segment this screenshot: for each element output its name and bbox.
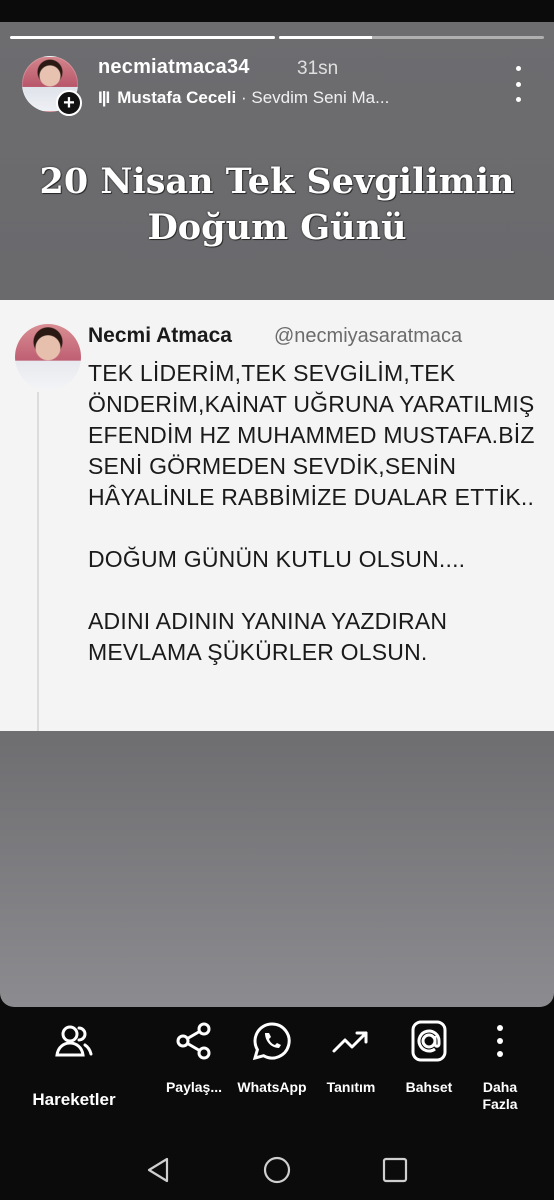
share-icon	[174, 1019, 214, 1063]
profile-avatar[interactable]: +	[22, 56, 82, 116]
trending-icon	[331, 1019, 371, 1063]
progress-fill	[279, 36, 372, 39]
story-headline: 20 Nisan Tek Sevgilimin Doğum Günü	[39, 161, 515, 248]
progress-segment	[279, 36, 544, 39]
tweet-avatar	[15, 324, 81, 390]
tweet-author-handle: @necmiyasaratmaca	[274, 325, 463, 347]
whatsapp-button[interactable]: WhatsApp	[232, 1019, 312, 1096]
tweet-paragraph: ADINI ADININ YANINA YAZDIRAN MEVLAMA ŞÜK…	[88, 608, 448, 665]
story-time: 31sn	[297, 58, 339, 79]
mention-icon	[411, 1019, 447, 1063]
progress-fill	[10, 36, 275, 39]
mention-button[interactable]: Bahset	[397, 1019, 461, 1096]
music-bars-icon: I|I	[98, 88, 110, 107]
music-artist: Mustafa Ceceli	[117, 88, 237, 107]
share-button[interactable]: Paylaş...	[160, 1019, 228, 1096]
home-icon[interactable]	[262, 1155, 292, 1185]
system-nav-bar	[0, 1137, 554, 1200]
story-progress	[10, 36, 544, 40]
hareketler-button[interactable]: Hareketler	[24, 1019, 124, 1108]
action-label: Daha Fazla	[482, 1079, 518, 1112]
plus-icon[interactable]: +	[56, 90, 82, 116]
tweet-author-name: Necmi Atmaca	[88, 324, 232, 347]
story-action-bar: Hareketler Paylaş... WhatsApp Tanıtım Ba…	[0, 1007, 554, 1137]
action-label: Tanıtım	[326, 1079, 376, 1095]
recents-icon[interactable]	[380, 1155, 410, 1185]
thread-line	[37, 392, 39, 731]
back-icon[interactable]	[143, 1155, 173, 1185]
promote-button[interactable]: Tanıtım	[318, 1019, 384, 1096]
action-label: Bahset	[405, 1079, 453, 1095]
tweet-body: TEK LİDERİM,TEK SEVGİLİM,TEK ÖNDERİM,KAİ…	[88, 358, 538, 699]
tweet-paragraph: TEK LİDERİM,TEK SEVGİLİM,TEK ÖNDERİM,KAİ…	[88, 360, 535, 510]
more-button[interactable]: Daha Fazla	[470, 1019, 530, 1113]
status-bar	[0, 0, 554, 22]
story-view[interactable]: + necmiatmaca34 31sn I|I Mustafa Ceceli ·…	[0, 22, 554, 1007]
username[interactable]: necmiatmaca34	[98, 56, 250, 79]
tweet-paragraph: DOĞUM GÜNÜN KUTLU OLSUN....	[88, 546, 466, 572]
music-info[interactable]: I|I Mustafa Ceceli · Sevdim Seni Ma...	[98, 88, 389, 108]
music-separator: ·	[236, 88, 252, 107]
action-label: Paylaş...	[165, 1079, 223, 1095]
more-vertical-icon	[495, 1019, 505, 1063]
more-options-icon[interactable]	[508, 66, 528, 102]
action-label: WhatsApp	[237, 1079, 307, 1095]
whatsapp-icon	[251, 1019, 293, 1063]
people-icon	[52, 1019, 96, 1063]
music-song: Sevdim Seni Ma...	[251, 88, 390, 107]
story-header: + necmiatmaca34 31sn I|I Mustafa Ceceli ·…	[18, 54, 536, 116]
progress-segment	[10, 36, 275, 39]
tweet-card: Necmi Atmaca @necmiyasaratmaca TEK LİDER…	[0, 300, 554, 731]
action-label: Hareketler	[32, 1090, 116, 1109]
